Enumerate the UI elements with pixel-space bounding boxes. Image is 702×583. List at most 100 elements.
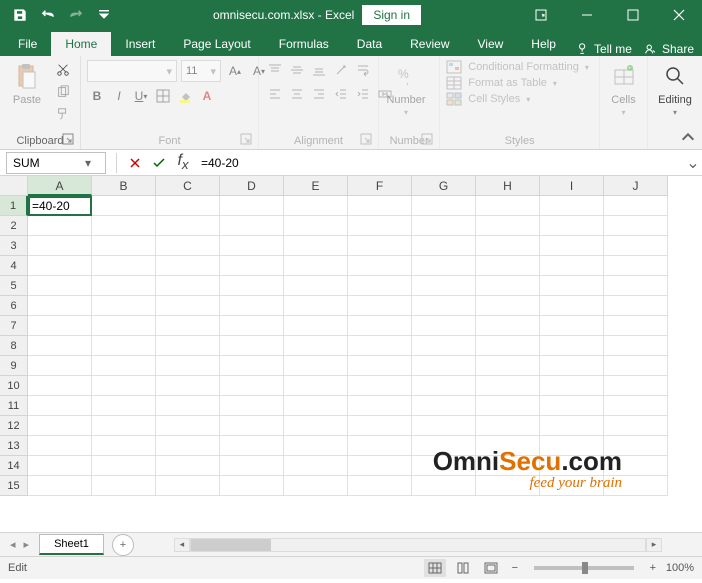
cancel-formula-button[interactable]: [123, 152, 147, 174]
cell[interactable]: [284, 276, 348, 296]
cell[interactable]: [540, 196, 604, 216]
cell[interactable]: [156, 276, 220, 296]
cell[interactable]: [92, 256, 156, 276]
cell[interactable]: [28, 236, 92, 256]
cell[interactable]: [156, 376, 220, 396]
font-size-combo[interactable]: 11▾: [181, 60, 221, 82]
cell[interactable]: [540, 356, 604, 376]
cell[interactable]: [92, 476, 156, 496]
cell[interactable]: [92, 456, 156, 476]
cell[interactable]: [284, 436, 348, 456]
cell[interactable]: [348, 436, 412, 456]
alignment-dialog-launcher[interactable]: [360, 133, 372, 145]
page-break-view-button[interactable]: [480, 559, 502, 577]
cell[interactable]: [540, 416, 604, 436]
cell[interactable]: [412, 436, 476, 456]
new-sheet-button[interactable]: +: [112, 534, 134, 556]
cell[interactable]: [92, 236, 156, 256]
format-as-table-button[interactable]: Format as Table▾: [446, 76, 589, 90]
align-center-button[interactable]: [287, 84, 307, 104]
column-header[interactable]: H: [476, 176, 540, 196]
tab-file[interactable]: File: [4, 32, 51, 56]
cell[interactable]: [476, 256, 540, 276]
cell[interactable]: [540, 316, 604, 336]
qat-customize-button[interactable]: [92, 3, 116, 27]
ribbon-display-options-button[interactable]: [518, 0, 564, 30]
decrease-font-size-button[interactable]: A▾: [249, 61, 269, 81]
cell[interactable]: [220, 416, 284, 436]
cell[interactable]: [348, 196, 412, 216]
cell[interactable]: [220, 476, 284, 496]
cell[interactable]: [412, 196, 476, 216]
align-middle-button[interactable]: [287, 60, 307, 80]
cell[interactable]: [92, 396, 156, 416]
column-header[interactable]: A: [28, 176, 92, 196]
column-header[interactable]: G: [412, 176, 476, 196]
underline-button[interactable]: U▾: [131, 86, 151, 106]
cut-button[interactable]: [52, 60, 74, 80]
cell[interactable]: [284, 396, 348, 416]
row-header[interactable]: 1: [0, 196, 28, 216]
cell[interactable]: [284, 376, 348, 396]
cell[interactable]: [28, 296, 92, 316]
cell[interactable]: [476, 376, 540, 396]
increase-font-size-button[interactable]: A▴: [225, 61, 245, 81]
cell[interactable]: [412, 376, 476, 396]
cell[interactable]: [284, 296, 348, 316]
cell[interactable]: [284, 416, 348, 436]
cell[interactable]: [348, 356, 412, 376]
cell[interactable]: [156, 296, 220, 316]
cell[interactable]: [476, 216, 540, 236]
align-left-button[interactable]: [265, 84, 285, 104]
column-headers[interactable]: ABCDEFGHIJ: [28, 176, 702, 196]
cell[interactable]: [220, 376, 284, 396]
cell[interactable]: [540, 256, 604, 276]
row-header[interactable]: 3: [0, 236, 28, 256]
cell[interactable]: [476, 476, 540, 496]
cell[interactable]: [220, 456, 284, 476]
enter-formula-button[interactable]: [147, 152, 171, 174]
cell[interactable]: [412, 316, 476, 336]
cell[interactable]: [284, 456, 348, 476]
cell[interactable]: [540, 236, 604, 256]
cell[interactable]: [92, 376, 156, 396]
horizontal-scrollbar[interactable]: [190, 538, 646, 552]
tab-view[interactable]: View: [464, 32, 518, 56]
row-header[interactable]: 11: [0, 396, 28, 416]
cell[interactable]: [412, 416, 476, 436]
paste-button[interactable]: Paste: [6, 60, 48, 106]
cell[interactable]: [540, 216, 604, 236]
cell[interactable]: [412, 276, 476, 296]
cell[interactable]: [604, 356, 668, 376]
cell[interactable]: [28, 336, 92, 356]
cell[interactable]: [28, 416, 92, 436]
cell[interactable]: [412, 236, 476, 256]
align-top-button[interactable]: [265, 60, 285, 80]
cell[interactable]: [28, 356, 92, 376]
cell[interactable]: [92, 436, 156, 456]
cell[interactable]: [412, 216, 476, 236]
cell[interactable]: [28, 316, 92, 336]
cell[interactable]: [412, 476, 476, 496]
font-name-combo[interactable]: ▾: [87, 60, 177, 82]
row-header[interactable]: 6: [0, 296, 28, 316]
cell[interactable]: [284, 356, 348, 376]
name-box[interactable]: SUM ▾: [6, 152, 106, 174]
row-header[interactable]: 14: [0, 456, 28, 476]
cell[interactable]: [284, 316, 348, 336]
hscroll-right-button[interactable]: ▸: [646, 538, 662, 552]
cell[interactable]: [604, 256, 668, 276]
cell[interactable]: [476, 436, 540, 456]
cell[interactable]: [348, 376, 412, 396]
cell[interactable]: [476, 396, 540, 416]
cell[interactable]: [604, 216, 668, 236]
cell[interactable]: [604, 196, 668, 216]
cell[interactable]: [604, 476, 668, 496]
editing-button[interactable]: Editing ▾: [654, 60, 696, 117]
cell[interactable]: [284, 336, 348, 356]
zoom-level[interactable]: 100%: [666, 562, 694, 574]
font-dialog-launcher[interactable]: [240, 133, 252, 145]
cell[interactable]: [156, 436, 220, 456]
italic-button[interactable]: I: [109, 86, 129, 106]
row-header[interactable]: 12: [0, 416, 28, 436]
